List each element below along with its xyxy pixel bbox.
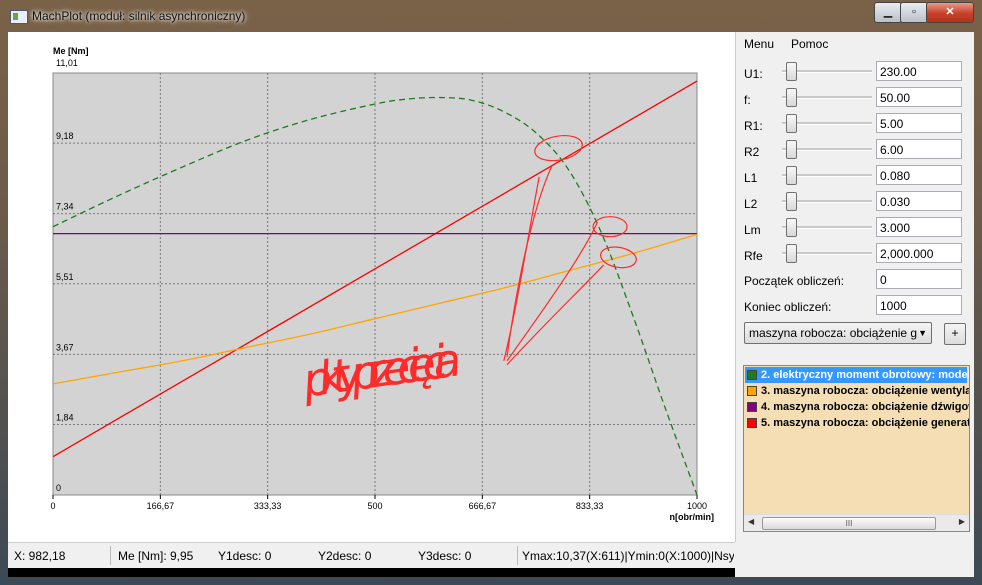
series-list-item[interactable]: 2. elektryczny moment obrotowy: model 3 (745, 367, 969, 383)
app-window: MachPlot (moduł: silnik asynchroniczny) … (0, 0, 982, 585)
param-label: Lm (744, 223, 761, 237)
minimize-button[interactable]: ▁ (874, 2, 902, 23)
x-tick-label: 1000 (687, 501, 707, 511)
status-me: Me [Nm]: 9,95 (118, 549, 194, 563)
param-label: R2 (744, 145, 760, 159)
y-tick-label: 3,67 (56, 342, 74, 352)
x-tick-label: 0 (50, 501, 55, 511)
param-label: L1 (744, 171, 758, 185)
param-slider[interactable] (782, 139, 872, 159)
param-field[interactable]: 0.080 (876, 165, 962, 185)
control-panel: Menu Pomoc U1: 230.00 f: 50.00 R1: 5.00 R2 … (736, 32, 974, 577)
slider-thumb[interactable] (786, 88, 797, 107)
end-field[interactable]: 1000 (876, 295, 962, 315)
status-bar: X: 982,18 Me [Nm]: 9,95 Y1desc: 0 Y2desc… (8, 542, 735, 569)
slider-thumb[interactable] (786, 218, 797, 237)
series-list[interactable]: 2. elektryczny moment obrotowy: model 3 … (743, 365, 970, 532)
torque-chart[interactable]: 0 166,67 333,33 500 666,67 833,33 1000 0 1,84 3,6… (8, 32, 735, 542)
client-area: 0 166,67 333,33 500 666,67 833,33 1000 0 1,84 3,6… (8, 32, 974, 577)
slider-thumb[interactable] (786, 244, 797, 263)
scroll-thumb[interactable]: III (762, 517, 936, 530)
slider-thumb[interactable] (786, 166, 797, 185)
x-tick-label: 333,33 (254, 501, 282, 511)
slider-thumb[interactable] (786, 192, 797, 211)
param-label: U1: (744, 67, 763, 81)
series-list-item[interactable]: 5. maszyna robocza: obciążenie generator… (745, 415, 969, 431)
slider-thumb[interactable] (786, 62, 797, 81)
param-slider[interactable] (782, 61, 872, 81)
menu-bar: Menu Pomoc (736, 35, 974, 53)
scroll-right-icon[interactable]: ▶ (959, 517, 965, 526)
param-slider[interactable] (782, 113, 872, 133)
end-label: Koniec obliczeń: (744, 300, 832, 314)
y-axis-label: Me [Nm] (53, 46, 89, 56)
x-tick-label: 833,33 (576, 501, 604, 511)
status-y2: Y2desc: 0 (318, 549, 372, 563)
series-color-swatch (747, 370, 757, 380)
add-series-button[interactable]: + (944, 323, 966, 345)
series-list-scrollbar[interactable]: ◀ III ▶ (744, 514, 969, 531)
status-y1: Y1desc: 0 (218, 549, 272, 563)
window-title: MachPlot (moduł: silnik asynchroniczny) (32, 9, 246, 23)
param-field[interactable]: 5.00 (876, 113, 962, 133)
app-icon (10, 10, 28, 24)
close-button[interactable]: ✕ (926, 2, 974, 23)
series-color-swatch (747, 402, 757, 412)
status-ymax: Ymax:10,37(X:611)|Ymin:0(X:1000)|Nsyn: (522, 549, 734, 563)
maximize-button[interactable]: ▫ (900, 2, 928, 23)
slider-thumb[interactable] (786, 140, 797, 159)
menu-item-help[interactable]: Pomoc (791, 37, 828, 51)
bottom-strip (8, 568, 735, 577)
x-tick-label: 666,67 (469, 501, 497, 511)
slider-thumb[interactable] (786, 114, 797, 133)
param-field[interactable]: 3.000 (876, 217, 962, 237)
param-label: Rfe (744, 249, 763, 263)
y-tick-label: 1,84 (56, 412, 74, 422)
y-tick-label: 11,01 (56, 58, 78, 68)
param-slider[interactable] (782, 87, 872, 107)
title-bar[interactable]: MachPlot (moduł: silnik asynchroniczny) … (0, 0, 982, 32)
param-slider[interactable] (782, 217, 872, 237)
param-field[interactable]: 50.00 (876, 87, 962, 107)
param-field[interactable]: 230.00 (876, 61, 962, 81)
param-slider[interactable] (782, 165, 872, 185)
x-axis-label: n[obr/min] (670, 512, 715, 522)
start-field[interactable]: 0 (876, 269, 962, 289)
series-color-swatch (747, 386, 757, 396)
chevron-down-icon: ▼ (918, 328, 927, 338)
series-list-item[interactable]: 3. maszyna robocza: obciążenie wentylato… (745, 383, 969, 399)
param-label: R1: (744, 119, 763, 133)
y-tick-label: 0 (56, 483, 61, 493)
series-color-swatch (747, 418, 757, 428)
load-type-select[interactable]: maszyna robocza: obciążenie g ▼ (744, 322, 932, 344)
status-y3: Y3desc: 0 (418, 549, 472, 563)
y-tick-label: 7,34 (56, 202, 74, 212)
menu-item-menu[interactable]: Menu (744, 37, 774, 51)
param-label: f: (744, 93, 751, 107)
param-slider[interactable] (782, 243, 872, 263)
x-tick-label: 166,67 (147, 501, 175, 511)
series-list-item[interactable]: 4. maszyna robocza: obciążenie dźwigowe (745, 399, 969, 415)
param-field[interactable]: 2,000.000 (876, 243, 962, 263)
start-label: Początek obliczeń: (744, 274, 845, 288)
param-slider[interactable] (782, 191, 872, 211)
y-tick-label: 5,51 (56, 272, 74, 282)
plot-area[interactable]: 0 166,67 333,33 500 666,67 833,33 1000 0 1,84 3,6… (8, 32, 736, 542)
status-x: X: 982,18 (14, 549, 66, 563)
scroll-left-icon[interactable]: ◀ (748, 517, 754, 526)
param-field[interactable]: 0.030 (876, 191, 962, 211)
y-tick-label: 9,18 (56, 131, 74, 141)
param-field[interactable]: 6.00 (876, 139, 962, 159)
load-type-value: maszyna robocza: obciążenie g (749, 326, 918, 340)
x-tick-label: 500 (367, 501, 382, 511)
param-label: L2 (744, 197, 758, 211)
